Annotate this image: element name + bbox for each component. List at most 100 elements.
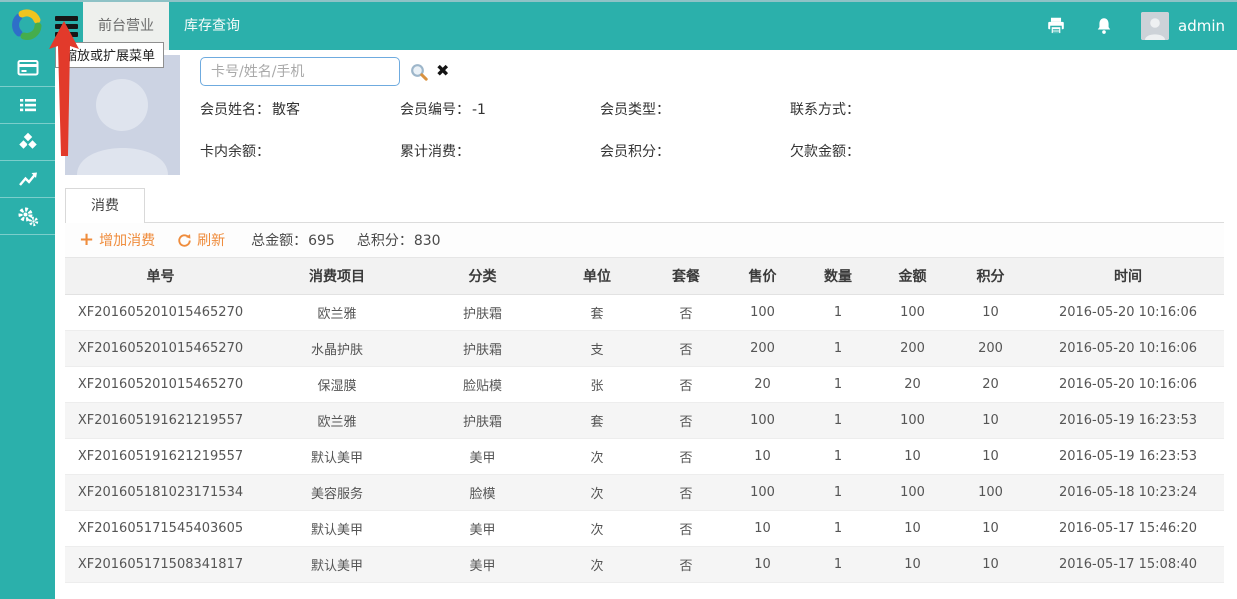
table-cell: 10 (876, 546, 949, 582)
table-cell: 20 (949, 366, 1032, 402)
table-cell: XF201605171545403605 (65, 510, 256, 546)
total-points: 总积分：830 (357, 230, 441, 250)
refresh-button[interactable]: 刷新 (177, 230, 225, 250)
bell-icon[interactable] (1093, 15, 1115, 37)
table-header-cell: 时间 (1032, 258, 1224, 294)
sidebar-item-billing[interactable] (0, 50, 55, 87)
member-field-label: 卡内余额： (200, 144, 270, 160)
table-cell: 美甲 (418, 510, 547, 546)
table-cell: 1 (800, 330, 876, 366)
sidebar-item-reports[interactable] (0, 161, 55, 198)
table-row[interactable]: XF201605191621219557默认美甲美甲次否10110102016-… (65, 438, 1224, 474)
add-consumption-button[interactable]: + 增加消费 (79, 230, 155, 250)
table-cell: 欧兰雅 (256, 402, 418, 438)
table-cell: 1 (800, 438, 876, 474)
member-field-value: -1 (472, 102, 486, 118)
member-field: 会员姓名：散客 (200, 100, 400, 120)
table-cell: 10 (876, 510, 949, 546)
table-cell: 2016-05-19 16:23:53 (1032, 402, 1224, 438)
member-field: 累计消费： (400, 142, 600, 162)
table-row[interactable]: XF201605201015465270保湿膜脸贴模张否20120202016-… (65, 366, 1224, 402)
table-header-cell: 售价 (725, 258, 800, 294)
tab-consumption[interactable]: 消费 (65, 188, 145, 223)
table-cell: 1 (800, 510, 876, 546)
table-cell: 套 (547, 402, 647, 438)
table-cell: 次 (547, 474, 647, 510)
username-label[interactable]: admin (1178, 17, 1225, 35)
table-header-cell: 单位 (547, 258, 647, 294)
topbar-right: admin (1019, 2, 1237, 50)
table-row[interactable]: XF201605191621219557欧兰雅护肤霜套否100110010201… (65, 402, 1224, 438)
search-input[interactable] (200, 57, 400, 86)
user-avatar[interactable] (1141, 12, 1169, 40)
list-icon (15, 92, 41, 118)
member-field-label: 欠款金额： (790, 144, 860, 160)
table-cell: 2016-05-20 10:16:06 (1032, 294, 1224, 330)
table-cell: 否 (647, 294, 725, 330)
table-cell: 美容服务 (256, 474, 418, 510)
member-field: 欠款金额： (790, 142, 862, 162)
table-cell: 否 (647, 438, 725, 474)
member-field-label: 会员姓名： (200, 102, 270, 118)
table-cell: 10 (949, 294, 1032, 330)
sidebar-item-settings[interactable] (0, 198, 55, 235)
consumption-table: 单号消费项目分类单位套餐售价数量金额积分时间 XF201605201015465… (65, 258, 1224, 583)
app-window: 前台营业 库存查询 admin (0, 0, 1237, 599)
consumption-toolbar: + 增加消费 刷新 总金额：695 总积分：830 (65, 222, 1224, 258)
tab-inventory-query[interactable]: 库存查询 (169, 2, 255, 50)
table-cell: 100 (725, 294, 800, 330)
table-cell: 100 (949, 474, 1032, 510)
table-cell: 脸贴模 (418, 366, 547, 402)
member-field: 卡内余额： (200, 142, 400, 162)
table-header-cell: 单号 (65, 258, 256, 294)
table-cell: 否 (647, 402, 725, 438)
table-header-row: 单号消费项目分类单位套餐售价数量金额积分时间 (65, 258, 1224, 294)
table-cell: XF201605191621219557 (65, 402, 256, 438)
member-field-label: 会员编号： (400, 102, 470, 118)
table-cell: 100 (876, 474, 949, 510)
clear-icon[interactable]: ✖ (436, 61, 449, 81)
table-cell: 1 (800, 294, 876, 330)
table-row[interactable]: XF201605181023171534美容服务脸模次否100110010020… (65, 474, 1224, 510)
table-header-cell: 分类 (418, 258, 547, 294)
table-cell: 套 (547, 294, 647, 330)
table-cell: XF201605201015465270 (65, 366, 256, 402)
table-cell: 护肤霜 (418, 294, 547, 330)
table-row[interactable]: XF201605171508341817默认美甲美甲次否10110102016-… (65, 546, 1224, 582)
table-cell: 默认美甲 (256, 438, 418, 474)
sidebar-item-orders[interactable] (0, 87, 55, 124)
table-cell: 10 (725, 510, 800, 546)
table-cell: 2016-05-20 10:16:06 (1032, 330, 1224, 366)
card-icon (15, 55, 41, 81)
table-cell: 2016-05-19 16:23:53 (1032, 438, 1224, 474)
table-cell: 否 (647, 474, 725, 510)
table-row[interactable]: XF201605201015465270水晶护肤护肤霜支否20012002002… (65, 330, 1224, 366)
table-cell: 10 (725, 546, 800, 582)
sidebar-item-products[interactable] (0, 124, 55, 161)
table-cell: 10 (949, 438, 1032, 474)
table-cell: 否 (647, 330, 725, 366)
table-cell: 2016-05-17 15:46:20 (1032, 510, 1224, 546)
table-cell: 1 (800, 546, 876, 582)
table-row[interactable]: XF201605201015465270欧兰雅护肤霜套否100110010201… (65, 294, 1224, 330)
table-cell: 护肤霜 (418, 330, 547, 366)
table-header-cell: 金额 (876, 258, 949, 294)
menu-tooltip: 缩放或扩展菜单 (55, 42, 164, 68)
table-header-cell: 积分 (949, 258, 1032, 294)
table-cell: 美甲 (418, 438, 547, 474)
member-field-label: 会员类型： (600, 102, 670, 118)
search-icon[interactable] (409, 62, 429, 82)
table-cell: XF201605191621219557 (65, 438, 256, 474)
table-cell: 次 (547, 438, 647, 474)
printer-icon[interactable] (1045, 15, 1067, 37)
cubes-icon (15, 129, 41, 155)
member-field-label: 联系方式： (790, 102, 860, 118)
member-field-value: 散客 (272, 102, 300, 118)
member-field-label: 会员积分： (600, 144, 670, 160)
table-cell: 1 (800, 474, 876, 510)
table-row[interactable]: XF201605171545403605默认美甲美甲次否10110102016-… (65, 510, 1224, 546)
table-cell: 20 (876, 366, 949, 402)
plus-icon: + (79, 232, 94, 248)
table-cell: 脸模 (418, 474, 547, 510)
table-header-cell: 数量 (800, 258, 876, 294)
